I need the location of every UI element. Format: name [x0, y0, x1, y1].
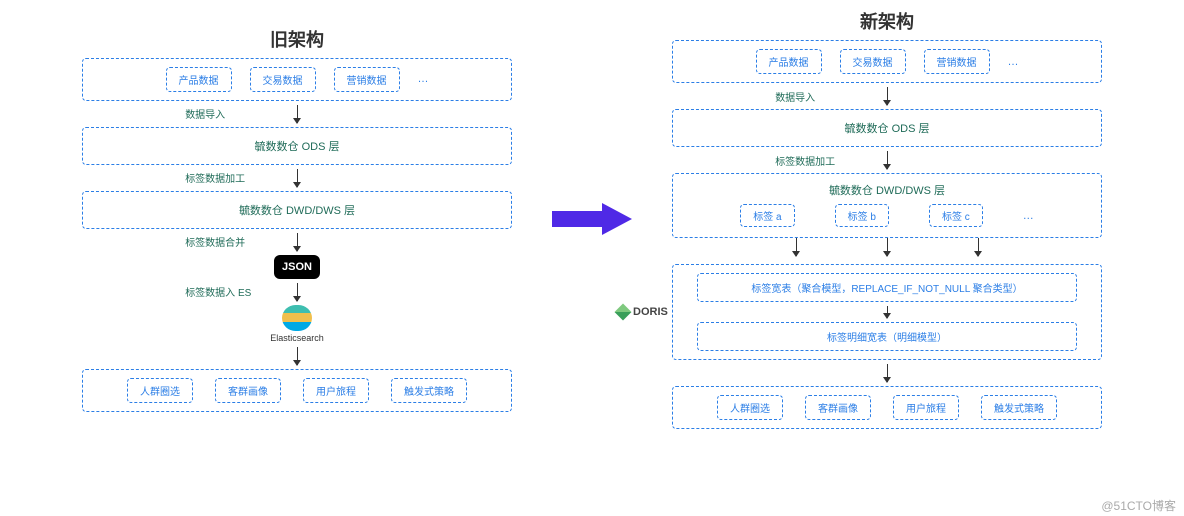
sources-group: 产品数据 交易数据 营销数据 …: [672, 40, 1102, 83]
elasticsearch-icon: Elasticsearch: [270, 305, 324, 343]
label-tagproc: 标签数据加工: [185, 170, 245, 185]
dwd-layer-with-tags: 毓数数仓 DWD/DWS 层 标签 a 标签 b 标签 c …: [672, 173, 1102, 238]
doris-group: 标签宽表（聚合模型，REPLACE_IF_NOT_NULL 聚合类型） 标签明细…: [672, 264, 1102, 360]
output-journey: 用户旅程: [303, 378, 369, 403]
source-marketing: 营销数据: [924, 49, 990, 74]
tag-ellipsis: …: [1023, 210, 1034, 222]
json-badge: JSON: [274, 255, 320, 279]
arrow-tagproc: 标签数据加工: [82, 165, 512, 191]
arrow-to-outputs: [672, 360, 1102, 386]
source-product: 产品数据: [756, 49, 822, 74]
old-architecture-panel: 旧架构 产品数据 交易数据 营销数据 … 数据导入 毓数数仓 ODS 层 标签数…: [82, 26, 512, 412]
transition-arrow-icon: [552, 199, 632, 239]
label-import: 数据导入: [185, 106, 225, 121]
arrows-tags-to-doris: [672, 238, 1102, 264]
label-tagproc: 标签数据加工: [775, 153, 835, 168]
tag-c: 标签 c: [929, 204, 983, 227]
arrow-to-es: 标签数据入 ES: [82, 279, 512, 305]
output-crowd: 人群圈选: [127, 378, 193, 403]
new-architecture-panel: 新架构 产品数据 交易数据 营销数据 … 数据导入 毓数数仓 ODS 层 标签数…: [672, 8, 1102, 429]
source-ellipsis: …: [1008, 56, 1019, 68]
arrow-import: 数据导入: [82, 101, 512, 127]
watermark: @51CTO博客: [1101, 497, 1176, 514]
source-ellipsis: …: [418, 73, 429, 85]
label-import: 数据导入: [775, 89, 815, 104]
dwd-label: 毓数数仓 DWD/DWS 层: [829, 182, 945, 198]
doris-name: DORIS: [633, 306, 668, 318]
sources-group: 产品数据 交易数据 营销数据 …: [82, 58, 512, 101]
arrow-down-icon: [978, 238, 979, 256]
doris-icon: [615, 304, 632, 321]
arrow-down-icon: [887, 306, 888, 318]
arrow-down-icon: [297, 105, 298, 123]
es-label: Elasticsearch: [270, 333, 324, 343]
output-crowd: 人群圈选: [717, 395, 783, 420]
arrow-tagproc: 标签数据加工: [672, 147, 1102, 173]
source-product: 产品数据: [166, 67, 232, 92]
arrow-down-icon: [887, 364, 888, 382]
label-merge: 标签数据合并: [185, 234, 245, 249]
label-to-es: 标签数据入 ES: [185, 284, 251, 299]
output-portrait: 客群画像: [805, 395, 871, 420]
source-marketing: 营销数据: [334, 67, 400, 92]
arrow-merge: 标签数据合并: [82, 229, 512, 255]
source-trade: 交易数据: [250, 67, 316, 92]
arrow-down-icon: [297, 233, 298, 251]
output-portrait: 客群画像: [215, 378, 281, 403]
arrow-import: 数据导入: [672, 83, 1102, 109]
doris-logo: DORIS: [617, 306, 668, 318]
outputs-group: 人群圈选 客群画像 用户旅程 触发式策略: [82, 369, 512, 412]
doris-detail-table: 标签明细宽表（明细模型）: [697, 322, 1076, 351]
tag-a: 标签 a: [740, 204, 794, 227]
dwd-layer: 毓数数仓 DWD/DWS 层: [82, 191, 512, 229]
panel-title-old: 旧架构: [270, 26, 324, 52]
arrow-down-icon: [887, 238, 888, 256]
outputs-group: 人群圈选 客群画像 用户旅程 触发式策略: [672, 386, 1102, 429]
panel-title-new: 新架构: [860, 8, 914, 34]
tag-b: 标签 b: [835, 204, 889, 227]
arrow-down-icon: [887, 87, 888, 105]
output-journey: 用户旅程: [893, 395, 959, 420]
arrow-down-icon: [297, 347, 298, 365]
ods-layer: 毓数数仓 ODS 层: [82, 127, 512, 165]
arrow-down-icon: [796, 238, 797, 256]
arrow-down-icon: [297, 283, 298, 301]
arrow-to-outputs: [82, 343, 512, 369]
output-trigger: 触发式策略: [981, 395, 1057, 420]
arrow-down-icon: [297, 169, 298, 187]
ods-layer: 毓数数仓 ODS 层: [672, 109, 1102, 147]
source-trade: 交易数据: [840, 49, 906, 74]
doris-wide-table: 标签宽表（聚合模型，REPLACE_IF_NOT_NULL 聚合类型）: [697, 273, 1076, 302]
arrow-down-icon: [887, 151, 888, 169]
output-trigger: 触发式策略: [391, 378, 467, 403]
